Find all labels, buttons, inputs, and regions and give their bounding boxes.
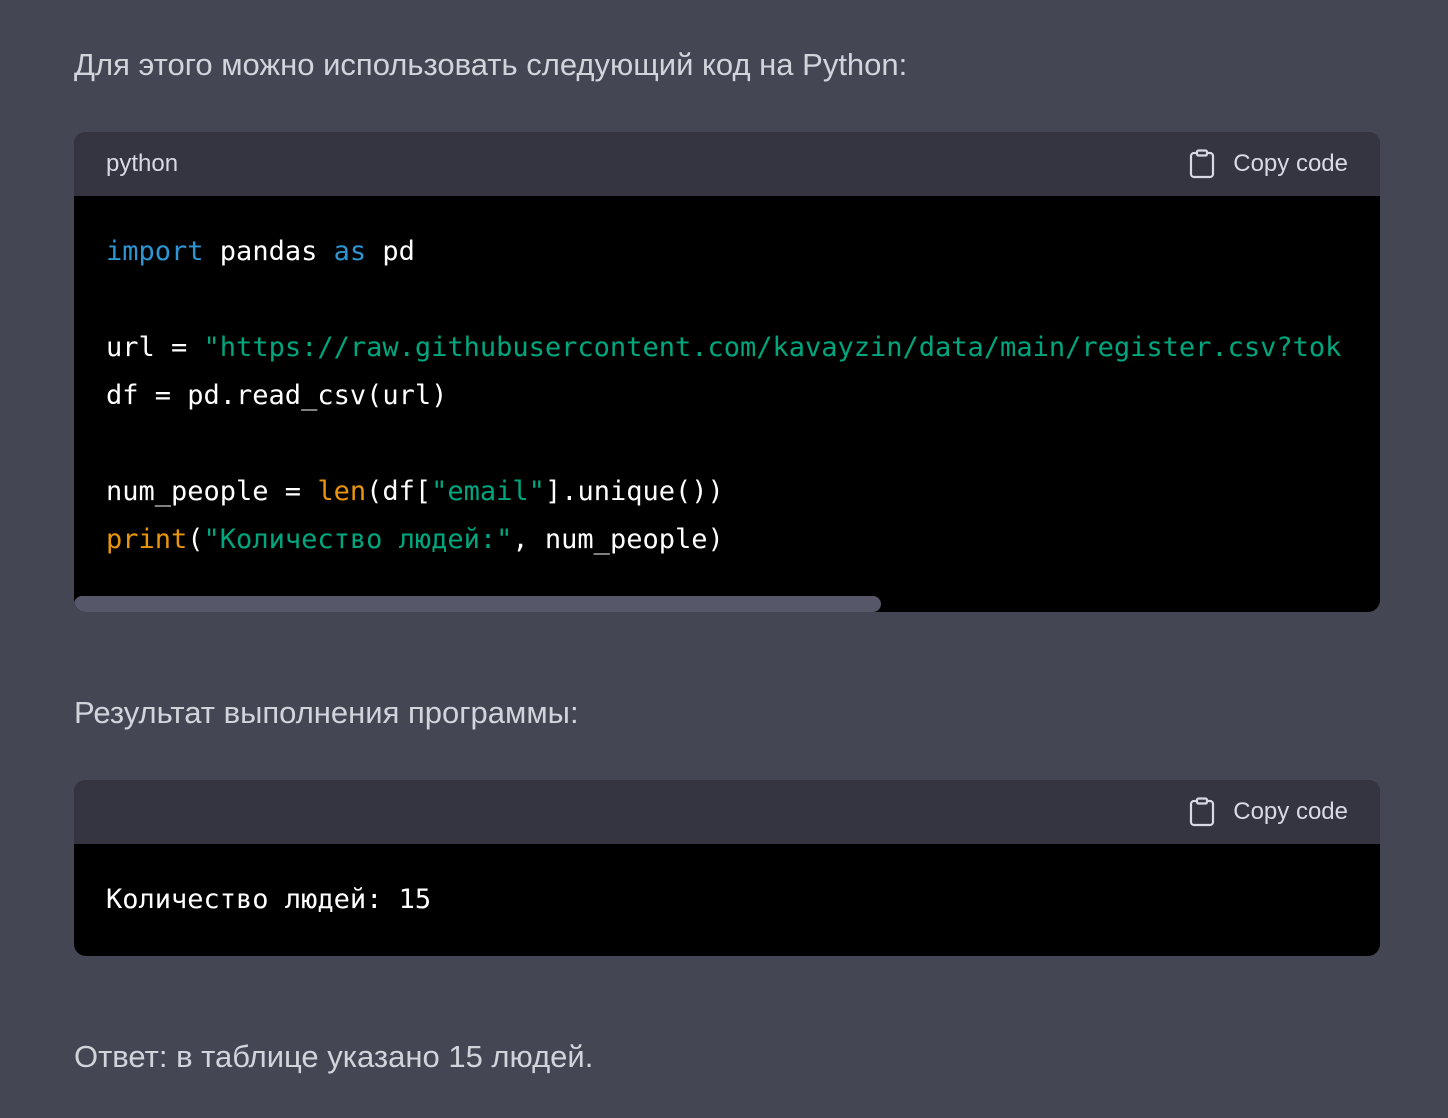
code-block-header: python Copy code bbox=[74, 132, 1380, 196]
output-code: Количество людей: 15 bbox=[106, 884, 432, 915]
copy-code-button[interactable]: Copy code bbox=[1189, 132, 1348, 196]
code-body[interactable]: Количество людей: 15 bbox=[74, 844, 1380, 956]
answer-paragraph: Ответ: в таблице указано 15 людей. bbox=[74, 1039, 594, 1074]
code-language-label: python bbox=[106, 150, 179, 177]
clipboard-icon bbox=[1189, 149, 1215, 179]
code-line-3: df = pd.read_csv(url) bbox=[106, 380, 448, 411]
result-label-paragraph: Результат выполнения программы: bbox=[74, 695, 579, 730]
code-body[interactable]: import pandas as pd url = "https://raw.g… bbox=[74, 196, 1380, 612]
copy-code-button[interactable]: Copy code bbox=[1189, 780, 1348, 844]
code-line-5: print("Количество людей:", num_people) bbox=[106, 524, 724, 555]
code-block-output: Copy code Количество людей: 15 bbox=[74, 780, 1380, 956]
code-line-2: url = "https://raw.githubusercontent.com… bbox=[106, 332, 1342, 363]
python-code: import pandas as pd url = "https://raw.g… bbox=[106, 228, 1341, 564]
clipboard-icon bbox=[1189, 797, 1215, 827]
code-line-4: num_people = len(df["email"].unique()) bbox=[106, 476, 724, 507]
copy-code-label: Copy code bbox=[1233, 798, 1348, 825]
code-block-header: Copy code bbox=[74, 780, 1380, 844]
copy-code-label: Copy code bbox=[1233, 150, 1348, 177]
scrollbar-thumb[interactable] bbox=[74, 596, 881, 612]
horizontal-scrollbar[interactable] bbox=[74, 596, 1380, 612]
code-line-1: import pandas as pd bbox=[106, 236, 415, 267]
intro-paragraph: Для этого можно использовать следующий к… bbox=[74, 47, 908, 82]
code-block-python: python Copy code import pandas as pd url… bbox=[74, 132, 1380, 612]
